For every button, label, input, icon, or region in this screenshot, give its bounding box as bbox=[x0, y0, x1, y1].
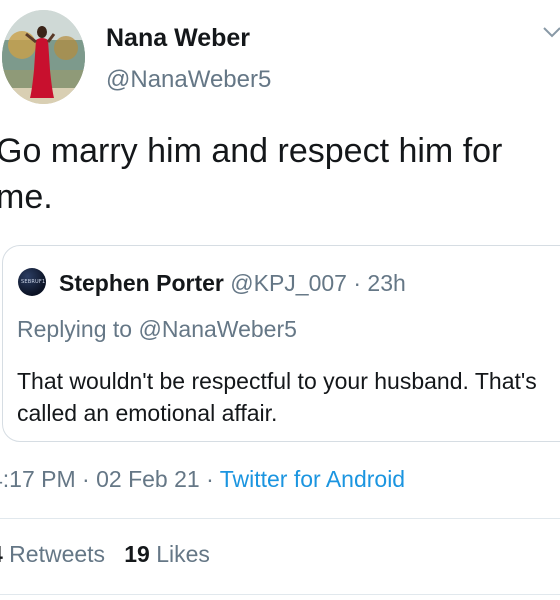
quoted-author-name: Stephen Porter bbox=[59, 270, 224, 296]
author-avatar[interactable] bbox=[2, 10, 85, 104]
retweets-label: Retweets bbox=[2, 541, 106, 567]
profile-photo-icon bbox=[2, 10, 85, 104]
quoted-separator: · bbox=[346, 270, 368, 296]
likes-count: 19 bbox=[124, 541, 150, 567]
quoted-avatar-text: SEBRUF1 bbox=[21, 279, 46, 285]
author-display-name[interactable]: Nana Weber bbox=[106, 24, 250, 53]
likes-stat[interactable]: 19 Likes bbox=[124, 541, 210, 567]
replying-prefix: Replying to bbox=[17, 316, 139, 342]
divider bbox=[0, 594, 560, 595]
tweet-time[interactable]: 4:17 PM bbox=[0, 466, 76, 492]
retweets-stat[interactable]: 4 Retweets bbox=[0, 541, 105, 567]
likes-label: Likes bbox=[149, 541, 210, 567]
quoted-tweet-card[interactable]: SEBRUF1 Stephen Porter @KPJ_007 · 23h Re… bbox=[2, 245, 560, 442]
meta-separator-1: · bbox=[75, 466, 97, 492]
quoted-tweet-text: That wouldn't be respectful to your husb… bbox=[17, 368, 537, 426]
replying-to-handle: @NanaWeber5 bbox=[138, 316, 297, 342]
tweet-timestamp: 4:17 PM · 02 Feb 21 · Twitter for Androi… bbox=[0, 466, 405, 493]
chevron-down-icon[interactable] bbox=[540, 24, 560, 40]
tweet-stats: 4 Retweets 19 Likes bbox=[0, 541, 210, 568]
meta-separator-2: · bbox=[199, 466, 220, 492]
replying-to-line: Replying to @NanaWeber5 bbox=[17, 316, 297, 343]
quoted-tweet-age: 23h bbox=[367, 270, 406, 296]
tweet-date[interactable]: 02 Feb 21 bbox=[96, 466, 200, 492]
quoted-author-avatar: SEBRUF1 bbox=[18, 268, 46, 296]
quoted-author-handle: @KPJ_007 bbox=[230, 270, 347, 296]
quoted-tweet-header: Stephen Porter @KPJ_007 · 23h bbox=[59, 270, 406, 297]
tweet-source-link[interactable]: Twitter for Android bbox=[220, 466, 405, 492]
tweet-text: Go marry him and respect him for me. bbox=[0, 132, 503, 216]
divider bbox=[0, 518, 560, 519]
author-handle[interactable]: @NanaWeber5 bbox=[106, 66, 271, 94]
